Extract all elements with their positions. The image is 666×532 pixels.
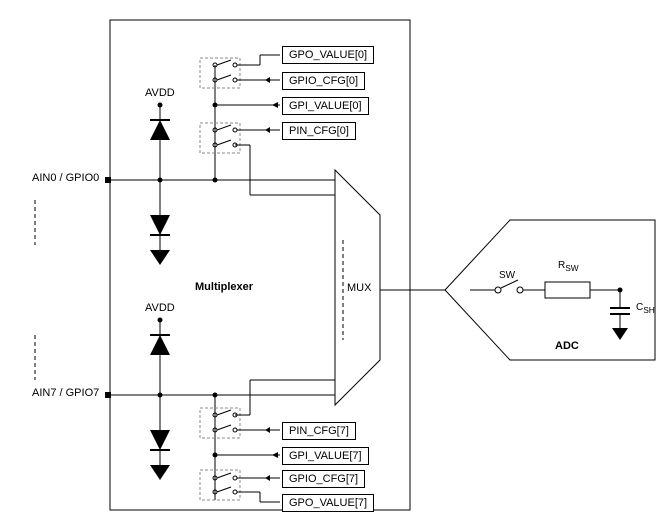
pin-ain0 bbox=[105, 177, 111, 183]
avdd-label-bottom: AVDD bbox=[145, 302, 175, 314]
switch-bottom-lower bbox=[200, 470, 240, 500]
switch-top-upper bbox=[200, 58, 240, 88]
reg-pin-cfg-0: PIN_CFG[0] bbox=[282, 122, 356, 140]
reg-gpi-value-0: GPI_VALUE[0] bbox=[282, 97, 369, 115]
reg-gpio-cfg-0: GPIO_CFG[0] bbox=[282, 72, 365, 90]
reg-gpo-value-7: GPO_VALUE[7] bbox=[282, 494, 374, 512]
rsw-label: RSW bbox=[558, 260, 579, 273]
mux-label: MUX bbox=[347, 282, 371, 294]
gnd-adc bbox=[612, 328, 628, 340]
resistor-rsw bbox=[545, 282, 590, 298]
adc-label: ADC bbox=[555, 340, 579, 352]
switch-top-lower bbox=[200, 123, 240, 153]
avdd-label-top: AVDD bbox=[145, 87, 175, 99]
pin-label-ain0: AIN0 / GPIO0 bbox=[32, 172, 99, 184]
gnd-bottom bbox=[150, 465, 170, 480]
csh-label: CSH bbox=[636, 302, 655, 315]
pin-ain7 bbox=[105, 392, 111, 398]
switch-bottom-upper bbox=[200, 408, 240, 438]
reg-gpo-value-0: GPO_VALUE[0] bbox=[282, 46, 374, 64]
sw-label: SW bbox=[499, 270, 515, 281]
reg-gpio-cfg-7: GPIO_CFG[7] bbox=[282, 470, 365, 488]
multiplexer-label: Multiplexer bbox=[195, 281, 253, 293]
reg-gpi-value-7: GPI_VALUE[7] bbox=[282, 447, 369, 465]
pin-label-ain7: AIN7 / GPIO7 bbox=[32, 387, 99, 399]
reg-pin-cfg-7: PIN_CFG[7] bbox=[282, 422, 356, 440]
gnd-top bbox=[150, 250, 170, 265]
